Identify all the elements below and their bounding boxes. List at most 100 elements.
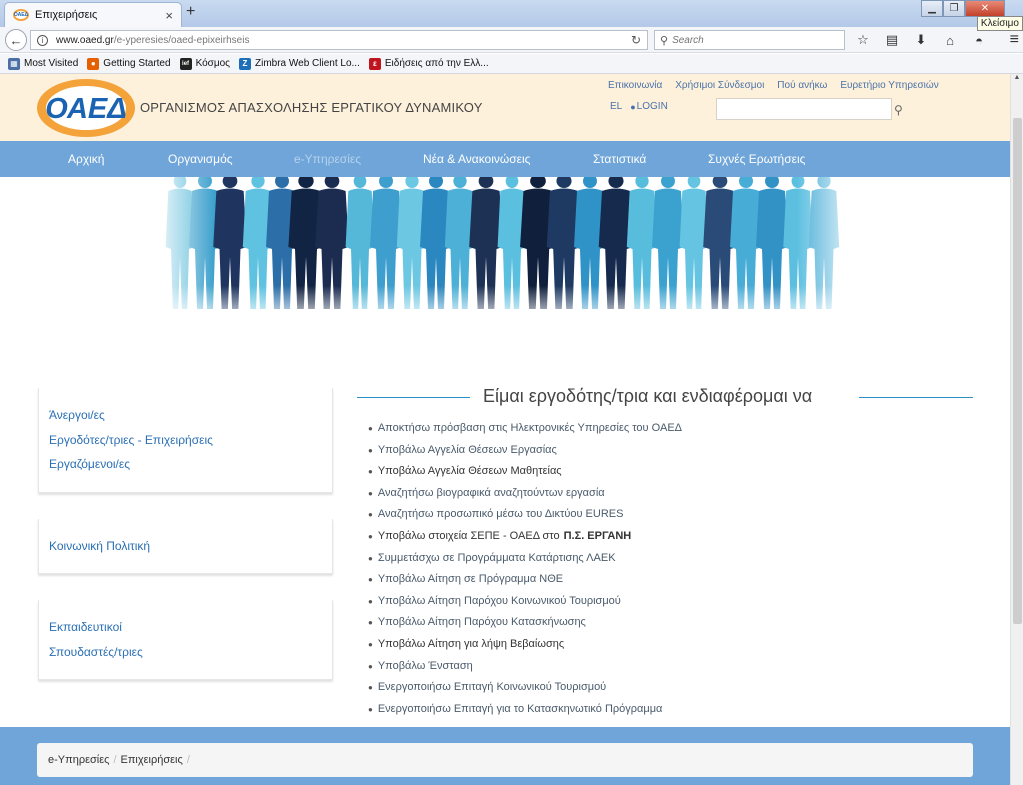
pocket-icon[interactable]: ◓: [968, 30, 990, 50]
sidebar-card-education: Εκπαιδευτικοί Σπουδαστές/τριες: [38, 600, 333, 680]
site-search-icon[interactable]: ⚲: [894, 103, 903, 117]
title-line-right: [859, 397, 973, 398]
banner-image: [160, 177, 852, 322]
sidebar-link-teachers[interactable]: Εκπαιδευτικοί: [49, 615, 332, 640]
download-icon[interactable]: ⬇: [910, 30, 932, 50]
service-link[interactable]: ● Αναζητήσω προσωπικό μέσω του Δικτύου EU…: [368, 504, 682, 526]
breadcrumb-e-services[interactable]: e-Υπηρεσίες: [48, 754, 109, 766]
service-link[interactable]: ● Ενεργοποιήσω Επιταγή για το Κατασκηνωτι…: [368, 699, 682, 721]
services-list: ● Αποκτήσω πρόσβαση στις Ηλεκτρονικές Υπη…: [368, 418, 682, 720]
top-link-contact[interactable]: Επικοινωνία: [608, 80, 662, 91]
hamburger-menu-icon[interactable]: ≡: [1010, 31, 1019, 49]
bullet-icon: ●: [368, 639, 373, 649]
sidebar-link-unemployed[interactable]: Άνεργοι/ες: [49, 403, 332, 428]
service-label: Υποβάλω Αίτηση για λήψη Βεβαίωσης: [377, 637, 565, 650]
nav-faq[interactable]: Συχνές Ερωτήσεις: [708, 152, 805, 166]
bullet-icon: ●: [368, 424, 373, 433]
home-icon[interactable]: ⌂: [939, 30, 961, 50]
browser-titlebar: ΟΑΕΔ Επιχειρήσεις × + ▁ ❐ ✕ Κλείσιμο: [0, 0, 1023, 31]
sidebar-link-employers[interactable]: Εργοδότες/τριες - Επιχειρήσεις: [49, 428, 332, 453]
page-scrollbar[interactable]: ▲: [1010, 74, 1023, 785]
close-tooltip: Κλείσιμο: [976, 16, 1023, 31]
tab-close-icon[interactable]: ×: [165, 9, 173, 22]
service-link[interactable]: ● Ενεργοποιήσω Επιταγή Κοινωνικού Τουρισμ…: [368, 677, 682, 699]
scrollbar-thumb[interactable]: [1013, 118, 1022, 624]
bullet-icon: ●: [368, 445, 373, 455]
service-label: Αναζητήσω βιογραφικά αναζητούντων εργασί…: [377, 486, 605, 499]
service-label: Ενεργοποιήσω Επιταγή για το Κατασκηνωτικ…: [377, 702, 663, 715]
sidebar-link-employees[interactable]: Εργαζόμενοι/ες: [49, 452, 332, 477]
url-bar[interactable]: i www.oaed.gr/e-yperesies/oaed-epixeirhs…: [30, 30, 648, 50]
bookmark-item[interactable]: ▦ Most Visited: [8, 57, 78, 70]
service-link[interactable]: ● Υποβάλω Αίτηση Παρόχου Κατασκήνωσης: [368, 612, 682, 634]
new-tab-button[interactable]: +: [186, 3, 195, 21]
zimbra-icon: Z: [239, 57, 251, 70]
browser-tab[interactable]: ΟΑΕΔ Επιχειρήσεις ×: [4, 2, 182, 27]
browser-search-box[interactable]: ⚲: [654, 30, 845, 50]
top-link-services-index[interactable]: Ευρετήριο Υπηρεσιών: [840, 80, 938, 91]
service-label: Υποβάλω Αγγελία Θέσεων Μαθητείας: [377, 465, 562, 478]
bullet-icon: ●: [368, 488, 373, 498]
language-switch[interactable]: EL: [610, 101, 622, 112]
bookmark-item[interactable]: Z Zimbra Web Client Lo...: [239, 57, 360, 70]
breadcrumb-separator: /: [113, 754, 117, 766]
service-link[interactable]: ● Υποβάλω Αίτηση Παρόχου Κοινωνικού Τουρι…: [368, 591, 682, 613]
nav-news[interactable]: Νέα & Ανακοινώσεις: [423, 152, 530, 166]
reload-icon[interactable]: ↻: [631, 33, 641, 47]
bookmark-item[interactable]: ief Κόσμος: [179, 57, 230, 70]
bookmark-label: Ειδήσεις από την Ελλ...: [384, 58, 489, 69]
service-label: Υποβάλω στοιχεία ΣΕΠΕ - ΟΑΕΔ στο: [377, 529, 560, 542]
oaed-logo[interactable]: ΟΑΕΔ: [36, 78, 136, 138]
service-link[interactable]: ● Αποκτήσω πρόσβαση στις Ηλεκτρονικές Υπη…: [368, 418, 682, 440]
browser-search-input[interactable]: [672, 34, 833, 46]
sidebar-link-social-policy[interactable]: Κοινωνική Πολιτική: [49, 534, 332, 559]
search-icon: ⚲: [660, 34, 669, 47]
user-icon: ●: [630, 101, 636, 112]
browser-toolbar: ☆ ▤ ⬇ ⌂ ◓: [852, 30, 997, 50]
bookmark-item[interactable]: ε Ειδήσεις από την Ελλ...: [368, 57, 489, 70]
login-link[interactable]: LOGIN: [637, 101, 668, 112]
breadcrumb-businesses[interactable]: Επιχειρήσεις: [121, 754, 183, 766]
sidebar-card-social: Κοινωνική Πολιτική: [38, 519, 333, 574]
most-visited-icon: ▦: [8, 57, 20, 70]
service-link[interactable]: ● Υποβάλω Αγγελία Θέσεων Μαθητείας: [368, 461, 682, 483]
service-link[interactable]: ● Υποβάλω Αγγελία Θέσεων Εργασίας: [368, 440, 682, 462]
close-window-icon[interactable]: ✕: [965, 0, 1005, 17]
top-link-useful-links[interactable]: Χρήσιμοι Σύνδεσμοι: [675, 80, 764, 91]
site-search-input[interactable]: [716, 98, 892, 120]
reading-list-icon[interactable]: ▤: [881, 30, 903, 50]
back-arrow-icon[interactable]: ←: [5, 29, 27, 51]
service-label: Συμμετάσχω σε Προγράμματα Κατάρτισης ΛΑΕ…: [377, 551, 616, 564]
service-label: Υποβάλω Αίτηση Παρόχου Κοινωνικού Τουρισ…: [377, 594, 621, 607]
service-link[interactable]: ● Υποβάλω Ένσταση: [368, 656, 682, 678]
nav-organization[interactable]: Οργανισμός: [168, 152, 233, 166]
section-title: Είμαι εργοδότης/τρια και ενδιαφέρομαι να: [357, 386, 973, 410]
minimize-icon[interactable]: ▁: [921, 0, 943, 17]
firefox-icon: ●: [87, 57, 100, 70]
service-link[interactable]: ● Συμμετάσχω σε Προγράμματα Κατάρτισης ΛΑ…: [368, 548, 682, 570]
nav-statistics[interactable]: Στατιστικά: [593, 152, 646, 166]
bookmark-item[interactable]: ● Getting Started: [87, 57, 171, 70]
nav-home[interactable]: Αρχική: [68, 152, 104, 166]
top-links: Επικοινωνία Χρήσιμοι Σύνδεσμοι Πού ανήκω…: [608, 80, 952, 91]
service-label: Υποβάλω Αίτηση σε Πρόγραμμα ΝΘΕ: [377, 573, 564, 586]
service-link[interactable]: ● Υποβάλω στοιχεία ΣΕΠΕ - ΟΑΕΔ στο Π.Σ. ΕΡ…: [368, 526, 682, 548]
service-link[interactable]: ● Υποβάλω Αίτηση σε Πρόγραμμα ΝΘΕ: [368, 569, 682, 591]
restore-icon[interactable]: ❐: [943, 0, 965, 17]
scroll-up-icon[interactable]: ▲: [1011, 74, 1023, 88]
url-host: www.oaed.gr: [56, 34, 114, 46]
top-link-where-belong[interactable]: Πού ανήκω: [777, 80, 827, 91]
lang-login: EL ● LOGIN: [610, 101, 668, 112]
window-controls: ▁ ❐ ✕: [921, 0, 1005, 17]
service-ergani-label: Π.Σ. ΕΡΓΑΝΗ: [563, 529, 632, 542]
service-label: Ενεργοποιήσω Επιταγή Κοινωνικού Τουρισμο…: [377, 681, 607, 694]
sidebar-link-students[interactable]: Σπουδαστές/τριες: [49, 640, 332, 665]
service-link[interactable]: ● Υποβάλω Αίτηση για λήψη Βεβαίωσης: [368, 634, 682, 656]
nav-e-services[interactable]: e-Υπηρεσίες: [294, 152, 361, 166]
service-link[interactable]: ● Αναζητήσω βιογραφικά αναζητούντων εργασ…: [368, 483, 682, 505]
bookmark-star-icon[interactable]: ☆: [852, 30, 874, 50]
org-name: ΟΡΓΑΝΙΣΜΟΣ ΑΠΑΣΧΟΛΗΣΗΣ ΕΡΓΑΤΙΚΟΥ ΔΥΝΑΜΙΚ…: [140, 100, 483, 115]
bullet-icon: ●: [368, 683, 373, 693]
info-icon[interactable]: i: [37, 34, 48, 46]
bullet-icon: ●: [368, 553, 373, 563]
